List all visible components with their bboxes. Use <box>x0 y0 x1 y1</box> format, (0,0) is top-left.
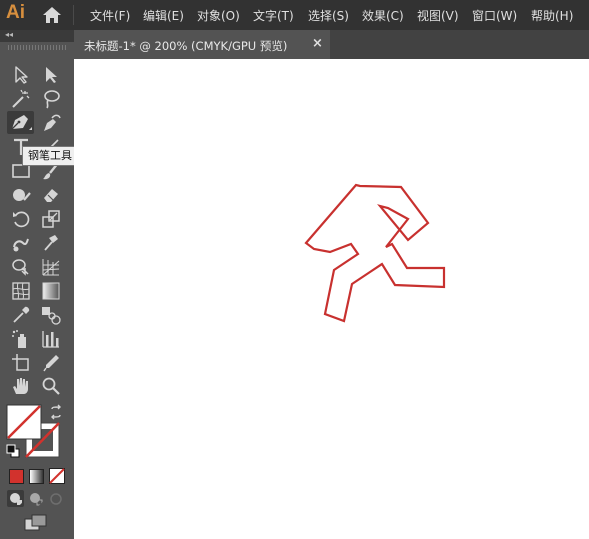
drawn-pen-path[interactable] <box>304 183 446 323</box>
drawn-path-layer <box>304 183 446 323</box>
